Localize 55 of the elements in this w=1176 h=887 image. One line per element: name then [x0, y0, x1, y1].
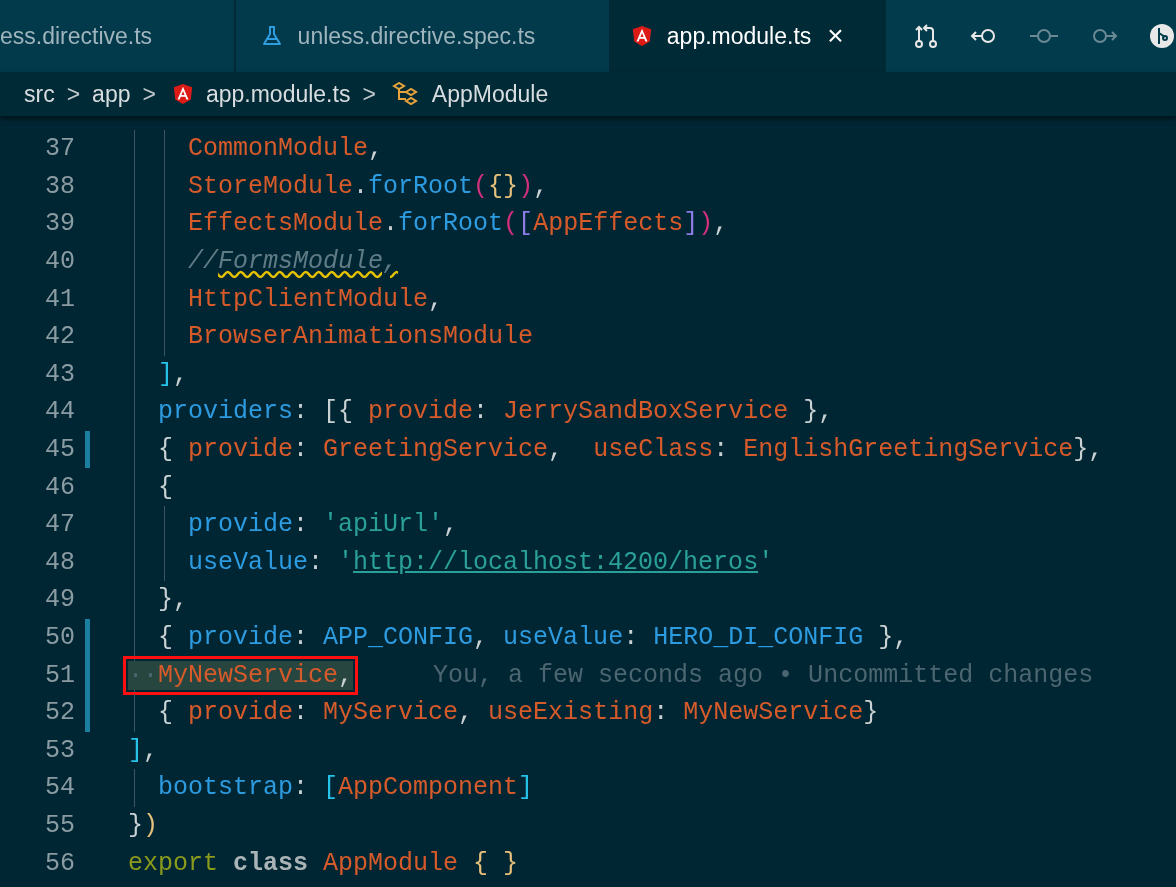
code-line: StoreModule.forRoot({}), [187, 171, 549, 201]
code-line: providers: [{ provide: JerrySandBoxService }, [157, 397, 834, 427]
code-line: useValue: 'http://localhost:4200/heros' [187, 547, 774, 577]
line-number: 48 [44, 547, 75, 577]
code-line: }) [128, 811, 159, 840]
code-line: ], [128, 735, 159, 765]
code-line: { provide: MyService, useExisting: MyNewService} [157, 698, 879, 728]
code-line: provide: 'apiUrl', [187, 510, 459, 540]
module-icon [391, 82, 420, 106]
line-number: 46 [44, 472, 75, 502]
line-number: 40 [44, 247, 75, 277]
angular-icon [171, 82, 194, 106]
git-graph-icon[interactable] [1148, 22, 1176, 50]
breadcrumb-item[interactable]: src [24, 80, 55, 108]
breadcrumb-separator: > [362, 80, 376, 108]
code-line: { [157, 472, 173, 502]
line-number: 56 [44, 848, 75, 878]
line-number: 44 [44, 397, 75, 427]
line-number: 51 [44, 660, 75, 690]
breadcrumb-item[interactable]: AppModule [431, 80, 549, 108]
line-number: 50 [44, 623, 75, 652]
code-line: }, [157, 585, 188, 615]
line-number: 54 [44, 773, 75, 803]
code-line: BrowserAnimationsModule [187, 322, 534, 352]
line-number: 45 [44, 435, 75, 465]
editor-tab[interactable]: app.module.ts × [610, 0, 886, 72]
close-tab-button[interactable]: × [827, 20, 844, 52]
line-number: 47 [44, 510, 75, 540]
line-number: 49 [44, 585, 75, 615]
compare-changes-icon[interactable] [912, 22, 940, 50]
code-line: HttpClientModule, [187, 284, 444, 314]
line-number: 38 [44, 171, 75, 201]
line-number: 53 [44, 735, 75, 765]
breadcrumb-separator: > [142, 80, 156, 108]
code-line: export class AppModule { } [128, 848, 519, 878]
blame-annotation: You, a few seconds ago • Uncommitted changes [433, 660, 1094, 690]
code-line: //FormsModule, [187, 247, 399, 277]
breadcrumb-separator: > [66, 80, 81, 108]
line-number: 43 [44, 359, 75, 389]
code-line: EffectsModule.forRoot([AppEffects]), [187, 209, 729, 239]
line-number: 39 [44, 209, 75, 239]
line-number: 37 [44, 134, 75, 164]
code-line: { provide: GreetingService, useClass: EnglishGreetingService}, [157, 435, 1104, 465]
code-line: { provide: APP_CONFIG, useValue: HERO_DI_CONFIG }, [157, 623, 909, 652]
breadcrumb-item[interactable]: app.module.ts [205, 80, 351, 108]
code-line: ], [157, 359, 189, 389]
line-number: 55 [44, 811, 75, 840]
code-line: CommonModule, [187, 134, 384, 164]
code-line: bootstrap: [AppComponent] [157, 773, 534, 803]
breadcrumb-item[interactable]: app [92, 80, 131, 108]
line-number: 42 [44, 322, 75, 352]
line-number: 52 [44, 698, 75, 728]
line-number: 41 [44, 284, 75, 314]
editor-tab[interactable]: ess.directive.ts [0, 0, 236, 72]
angular-icon [630, 24, 653, 48]
